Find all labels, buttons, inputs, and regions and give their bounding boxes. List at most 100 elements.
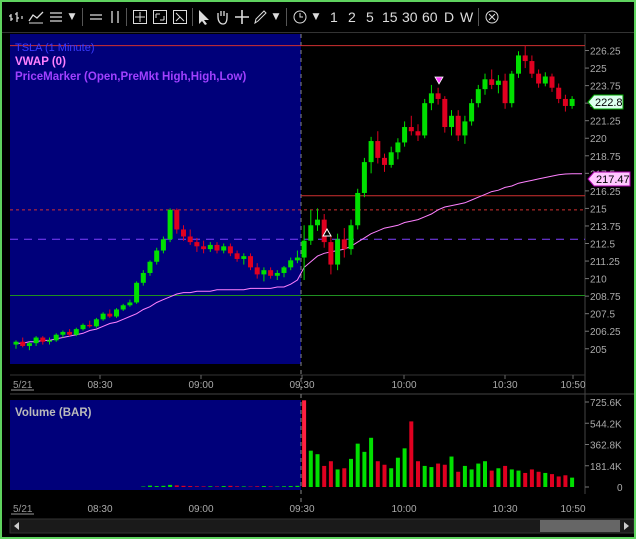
volume-bar: [342, 468, 347, 487]
volume-bar: [563, 475, 568, 487]
candle-body: [315, 219, 320, 226]
volume-bar: [268, 486, 273, 487]
candle-body: [368, 141, 374, 163]
volume-bar: [416, 461, 420, 487]
candle-body: [308, 225, 314, 241]
pencil-icon[interactable]: [252, 8, 268, 26]
timeframe-1[interactable]: 1: [330, 8, 338, 26]
list-icon[interactable]: [48, 8, 64, 26]
candle-body: [489, 79, 495, 85]
candle-body: [542, 76, 548, 84]
candle-body: [187, 236, 193, 243]
candle-body: [408, 127, 414, 132]
time-label: 08:30: [87, 380, 112, 391]
dropdown-icon[interactable]: ▼: [66, 8, 78, 26]
candle-body: [53, 334, 59, 341]
volume-bar: [550, 474, 554, 487]
candle-body: [435, 93, 441, 99]
timeframe-2[interactable]: 2: [348, 8, 356, 26]
volume-bar: [382, 464, 387, 487]
time-label-volume: 08:30: [87, 504, 112, 515]
dropdown-icon[interactable]: ▼: [270, 8, 282, 26]
pause-icon[interactable]: [108, 8, 122, 26]
volume-bar: [255, 486, 260, 487]
volume-bar: [315, 454, 320, 487]
candle-body: [288, 260, 294, 268]
volume-bar: [536, 471, 541, 487]
candle-body: [388, 152, 394, 165]
close-circle-icon[interactable]: [484, 8, 500, 26]
volume-bar: [523, 472, 528, 487]
candle-body: [268, 270, 274, 276]
volume-bar: [328, 461, 333, 487]
time-label-volume: 10:00: [391, 504, 416, 515]
candle-body: [281, 267, 287, 273]
timeframe-day[interactable]: D: [444, 8, 454, 26]
chart-window: ▼ ▼ ▼ 1 2 5 15 30 60 D W 226.25 225 223.…: [0, 0, 636, 539]
chart-area[interactable]: 226.25225223.75222.5221.25220218.75217.5…: [2, 32, 634, 537]
candle-body: [73, 329, 79, 335]
candle-body: [234, 253, 240, 259]
pricemarker-indicator-label: PriceMarker (Open,PreMkt High,High,Low): [15, 71, 246, 83]
time-label: 10:50: [560, 380, 585, 391]
candle-body: [361, 162, 367, 193]
toolbar-separator: [192, 8, 193, 26]
time-label-volume: 10:50: [560, 504, 585, 515]
volume-bar: [462, 465, 467, 487]
candle-body: [294, 257, 300, 261]
zoom-box-icon[interactable]: [152, 8, 168, 26]
price-tick-label: 226.25: [590, 47, 621, 58]
candle-body: [167, 209, 173, 240]
volume-bar: [241, 486, 246, 487]
candle-body: [382, 157, 387, 165]
candle-body: [449, 115, 454, 128]
timeframe-15[interactable]: 15: [382, 8, 398, 26]
price-tick-label: 218.75: [590, 152, 621, 163]
volume-bar: [181, 485, 186, 487]
volume-bar: [516, 470, 521, 487]
volume-bar: [308, 450, 313, 487]
toolbar-separator: [126, 8, 127, 26]
candle-body: [402, 127, 408, 143]
candle-body: [33, 337, 39, 344]
volume-bar: [369, 437, 374, 487]
bar-chart-icon[interactable]: [8, 8, 24, 26]
crosshair-box-icon[interactable]: [132, 8, 148, 26]
dropdown-icon[interactable]: ▼: [310, 8, 322, 26]
volume-bar: [355, 443, 360, 487]
candle-body: [20, 341, 26, 346]
candle-body: [335, 239, 341, 265]
candle-body: [194, 242, 200, 247]
timeframe-5[interactable]: 5: [366, 8, 374, 26]
candle-body: [469, 103, 475, 122]
candle-body: [462, 121, 468, 136]
clock-icon[interactable]: [292, 8, 308, 26]
scrollbar-thumb[interactable]: [540, 520, 620, 532]
candle-body: [67, 331, 73, 335]
candle-body: [442, 98, 448, 128]
volume-tick-label: 0: [617, 483, 623, 494]
price-tick-label: 210: [590, 275, 607, 286]
instrument-label: TSLA (1 Minute): [15, 42, 94, 54]
hand-icon[interactable]: [214, 8, 230, 26]
candle-body: [254, 267, 260, 275]
candle-body: [201, 246, 207, 250]
volume-bar: [476, 463, 481, 487]
pointer-icon[interactable]: [196, 8, 212, 26]
crosshair-icon[interactable]: [234, 8, 250, 26]
volume-bar: [483, 461, 487, 487]
volume-bar: [529, 469, 534, 487]
volume-bar: [215, 486, 219, 487]
volume-bar: [489, 470, 494, 487]
chart-style-icon[interactable]: [28, 8, 44, 26]
volume-bar: [496, 468, 501, 487]
timeframe-60[interactable]: 60: [422, 8, 438, 26]
timeframe-week[interactable]: W: [460, 8, 473, 26]
candle-body: [569, 98, 575, 106]
zoom-out-box-icon[interactable]: [172, 8, 188, 26]
timeframe-30[interactable]: 30: [402, 8, 418, 26]
candle-body: [495, 80, 501, 85]
lines-icon[interactable]: [88, 8, 104, 26]
volume-bar: [154, 486, 159, 487]
candle-body: [475, 89, 481, 104]
